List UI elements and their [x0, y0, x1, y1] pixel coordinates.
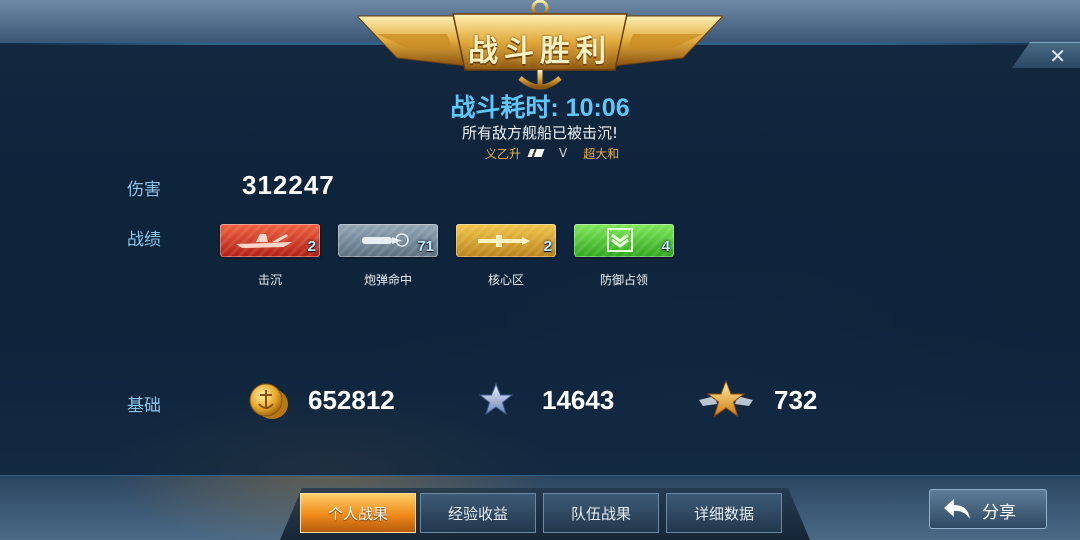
tab-experience-gains[interactable]: 经验收益	[420, 493, 536, 533]
shell-hit-caption: 炮弹命中	[363, 273, 412, 287]
shell-hit-badge[interactable]: 71	[338, 224, 438, 257]
enemy-ship-name: 超大和	[583, 146, 620, 161]
shell-hit-icon	[362, 233, 409, 247]
record-label: 战绩	[127, 230, 161, 250]
ship-matchup: 义乙升 V 超大和	[485, 145, 619, 161]
sink-caption: 击沉	[257, 273, 282, 287]
defense-capture-caption: 防御占领	[599, 273, 648, 287]
versus-label: V	[559, 146, 568, 160]
share-arrow-icon	[944, 499, 970, 519]
shell-hit-count: 71	[417, 238, 434, 255]
defense-capture-icon	[607, 228, 633, 252]
share-button[interactable]: 分享	[929, 489, 1047, 529]
battle-message: 所有敌方舰船已被击沉!	[461, 124, 618, 142]
gold-winged-star-icon	[699, 379, 753, 418]
core-zone-badge[interactable]: 2	[456, 224, 556, 257]
victory-title: 战斗胜利	[468, 34, 612, 69]
core-zone-count: 2	[543, 238, 552, 255]
flag-icon	[527, 149, 545, 157]
tab-detailed-data[interactable]: 详细数据	[666, 493, 782, 533]
victory-banner: 战斗胜利	[355, 0, 725, 92]
damage-value: 312247	[242, 170, 335, 200]
battle-duration: 战斗耗时: 10:06	[450, 94, 630, 122]
gold-value: 652812	[308, 385, 395, 415]
merit-value: 732	[774, 385, 818, 415]
sink-badge[interactable]: 2	[220, 224, 320, 257]
tab-team-results[interactable]: 队伍战果	[543, 493, 659, 533]
core-zone-caption: 核心区	[487, 273, 524, 287]
damage-label: 伤害	[127, 180, 161, 200]
share-label: 分享	[982, 503, 1016, 523]
defense-capture-count: 4	[661, 238, 670, 255]
tab-personal-results[interactable]: 个人战果	[300, 493, 416, 533]
silver-star-icon	[478, 382, 514, 416]
close-icon: ✕	[1049, 44, 1066, 68]
sink-count: 2	[307, 238, 316, 255]
player-ship-name: 义乙升	[485, 146, 522, 161]
sink-ship-icon	[236, 234, 292, 248]
core-zone-icon	[478, 235, 530, 247]
experience-value: 14643	[542, 385, 615, 415]
base-label: 基础	[127, 396, 161, 416]
gold-coin-icon	[249, 383, 288, 419]
defense-capture-badge[interactable]: 4	[574, 224, 674, 257]
